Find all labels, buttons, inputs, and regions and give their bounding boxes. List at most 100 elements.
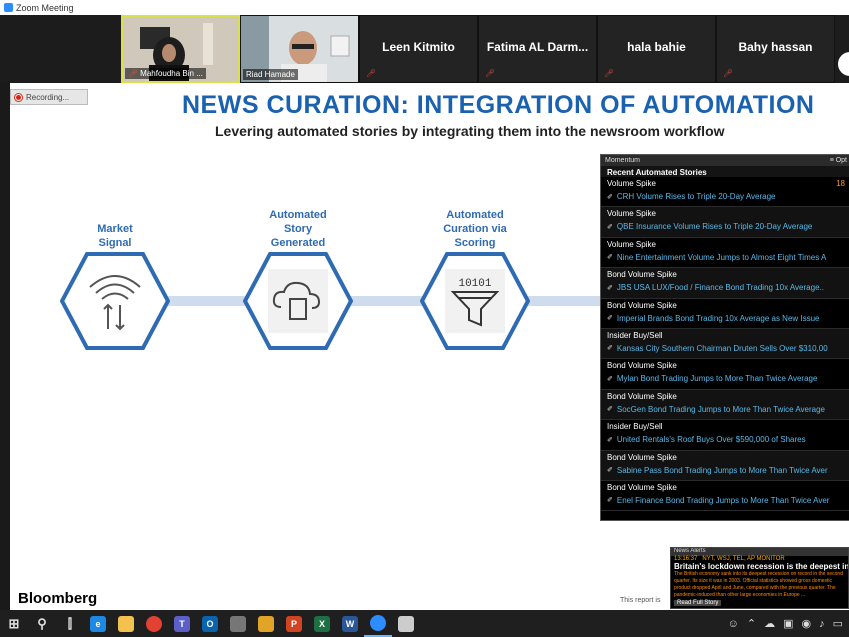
- story-row[interactable]: Volume Spike ✐ Nine Entertainment Volume J…: [601, 238, 849, 269]
- news-alerts-panel: News Alerts 13:16:37 NYT, WSJ, TEL, AP M…: [670, 547, 849, 609]
- story-row[interactable]: Insider Buy/Sell ✐ United Rentals's Roof B…: [601, 420, 849, 451]
- step-label-curation-scoring: Automated Curation via Scoring: [443, 209, 507, 249]
- story-row[interactable]: Bond Volume Spike ✐ Mylan Bond Trading Jum…: [601, 359, 849, 390]
- chrome-icon[interactable]: [140, 610, 168, 637]
- participant-tile-mahfoudha[interactable]: 🎤︎ Mahfoudha Bin ...: [121, 15, 240, 83]
- chevron-up-icon[interactable]: ⌃: [747, 617, 756, 630]
- task-view-icon[interactable]: ⫿: [56, 610, 84, 637]
- funnel-digits: 10101: [458, 278, 491, 290]
- story-headline-link[interactable]: ✐ United Rentals's Roof Buys Over $590,00…: [607, 435, 845, 444]
- word-icon[interactable]: W: [336, 610, 364, 637]
- story-row[interactable]: Bond Volume Spike ✐ JBS USA LUX/Food / Fin…: [601, 268, 849, 299]
- story-row[interactable]: Bond Volume Spike ✐ Sabine Pass Bond Tradi…: [601, 450, 849, 481]
- powerpoint-icon[interactable]: P: [280, 610, 308, 637]
- recent-stories-section-title: Recent Automated Stories: [601, 166, 849, 177]
- story-category: Insider Buy/Sell: [607, 422, 663, 432]
- window-title: Zoom Meeting: [16, 2, 74, 13]
- camera-icon[interactable]: [224, 610, 252, 637]
- story-headline-link[interactable]: ✐ SocGen Bond Trading Jumps to More Than …: [607, 405, 845, 414]
- windows-taskbar: ⊞ ⚲ ⫿ e T O P X W ☺ ⌃ ☁ ▣ ◉ ♪ ▭: [0, 610, 849, 637]
- story-category: Insider Buy/Sell: [607, 330, 663, 340]
- participant-gallery: 🎤︎ Mahfoudha Bin ... Riad Hamade Leen Ki…: [0, 15, 849, 83]
- muted-microphone-icon: 🎤︎: [604, 69, 615, 78]
- story-category: Bond Volume Spike: [607, 391, 677, 401]
- story-headline-link[interactable]: ✐ Mylan Bond Trading Jumps to More Than T…: [607, 374, 845, 383]
- story-row[interactable]: Bond Volume Spike ✐ Imperial Brands Bond T…: [601, 299, 849, 329]
- options-button[interactable]: ≡ Opt: [830, 157, 847, 164]
- participant-tile-fatima[interactable]: Fatima AL Darm... 🎤︎: [478, 15, 597, 83]
- muted-microphone-icon: 🎤︎: [128, 69, 139, 78]
- story-count: 18: [836, 179, 845, 188]
- participant-tile-bahy[interactable]: Bahy hassan 🎤︎: [716, 15, 835, 83]
- zoom-logo-icon: [4, 3, 13, 12]
- story-headline-link[interactable]: ✐ Sabine Pass Bond Trading Jumps to More …: [607, 466, 845, 475]
- battery-icon[interactable]: ▭: [833, 617, 843, 630]
- story-category: Volume Spike: [607, 239, 656, 249]
- paperclip-icon: ✐: [607, 315, 613, 323]
- paint-icon[interactable]: [392, 610, 420, 637]
- participant-tile-leen[interactable]: Leen Kitmito 🎤︎: [359, 15, 478, 83]
- search-icon[interactable]: ⚲: [28, 610, 56, 637]
- recording-indicator[interactable]: Recording...: [10, 89, 88, 105]
- paperclip-icon: ✐: [607, 497, 613, 505]
- story-headline-link[interactable]: ✐ Nine Entertainment Volume Jumps to Almo…: [607, 253, 845, 262]
- paperclip-icon: ✐: [607, 254, 613, 262]
- news-alerts-header: News Alerts: [671, 548, 848, 556]
- alert-headline: Britain's lockdown recession is the deep…: [674, 562, 849, 571]
- story-category: Volume Spike: [607, 209, 656, 219]
- file-explorer-icon[interactable]: [112, 610, 140, 637]
- bloomberg-logo: Bloomberg: [18, 590, 98, 607]
- story-category: Volume Spike 18: [607, 179, 845, 188]
- story-headline-link[interactable]: ✐ QBE Insurance Volume Rises to Triple 20…: [607, 222, 845, 231]
- market-signal-hexagon: [60, 252, 170, 350]
- folder-icon[interactable]: [252, 610, 280, 637]
- step-label-story-generated: Automated Story Generated: [269, 209, 327, 249]
- story-headline-link[interactable]: ✐ Imperial Brands Bond Trading 10x Averag…: [607, 314, 845, 323]
- network-icon[interactable]: ▣: [783, 617, 793, 630]
- paperclip-icon: ✐: [607, 223, 613, 231]
- momentum-panel[interactable]: Momentum ≡ Opt Recent Automated Stories …: [600, 154, 849, 521]
- paperclip-icon: ✐: [607, 467, 613, 475]
- volume-icon[interactable]: ♪: [819, 618, 825, 630]
- story-row[interactable]: Bond Volume Spike ✐ Enel Finance Bond Trad…: [601, 481, 849, 512]
- story-row[interactable]: Bond Volume Spike ✐ SocGen Bond Trading Ju…: [601, 389, 849, 421]
- story-headline-link[interactable]: ✐ Enel Finance Bond Trading Jumps to More…: [607, 496, 845, 505]
- flow-connector: [342, 296, 432, 306]
- paperclip-icon: ✐: [607, 436, 613, 444]
- story-category: Bond Volume Spike: [607, 300, 677, 310]
- paperclip-icon: ✐: [607, 284, 613, 292]
- paperclip-icon: ✐: [607, 406, 613, 414]
- onedrive-icon[interactable]: ☁: [764, 617, 775, 630]
- participant-tile-riad[interactable]: Riad Hamade: [240, 15, 359, 83]
- story-category: Bond Volume Spike: [607, 361, 677, 371]
- stories-list: Volume Spike 18 ✐ CRH Volume Rises to Tripl…: [601, 177, 849, 512]
- recording-dot-icon: [15, 93, 22, 101]
- story-headline-link[interactable]: ✐ JBS USA LUX/Food / Finance Bond Trading…: [607, 283, 845, 292]
- zoom-icon[interactable]: [364, 610, 392, 637]
- curation-scoring-hexagon: 10101: [420, 252, 530, 350]
- gallery-next-page-button[interactable]: [838, 52, 849, 76]
- outlook-icon[interactable]: O: [196, 610, 224, 637]
- slide-footer-note: This report is: [620, 597, 661, 604]
- edge-icon[interactable]: e: [84, 610, 112, 637]
- start-icon[interactable]: ⊞: [0, 610, 28, 637]
- wifi-icon[interactable]: ◉: [801, 617, 811, 630]
- story-row[interactable]: Volume Spike 18 ✐ CRH Volume Rises to Tripl…: [601, 177, 849, 208]
- paperclip-icon: ✐: [607, 345, 613, 353]
- shared-screen: Recording... NEWS CURATION: INTEGRATION …: [10, 83, 849, 610]
- people-icon[interactable]: ☺: [728, 618, 739, 630]
- excel-icon[interactable]: X: [308, 610, 336, 637]
- slide-title: NEWS CURATION: INTEGRATION OF AUTOMATION: [182, 91, 815, 119]
- participant-tile-hala[interactable]: hala bahie 🎤︎: [597, 15, 716, 83]
- read-full-story-button[interactable]: Read Full Story: [674, 600, 722, 606]
- story-row[interactable]: Insider Buy/Sell ✐ Kansas City Southern Ch…: [601, 328, 849, 360]
- momentum-panel-header: Momentum ≡ Opt: [601, 155, 849, 166]
- story-category: Bond Volume Spike: [607, 482, 677, 492]
- alert-body: The British economy sank into its deepes…: [674, 571, 843, 598]
- step-label-market-signal: Market Signal: [97, 223, 133, 249]
- teams-icon[interactable]: T: [168, 610, 196, 637]
- story-headline-link[interactable]: ✐ CRH Volume Rises to Triple 20-Day Avera…: [607, 192, 845, 201]
- story-row[interactable]: Volume Spike ✐ QBE Insurance Volume Rises …: [601, 207, 849, 238]
- slide-subtitle: Levering automated stories by integratin…: [215, 123, 725, 139]
- story-headline-link[interactable]: ✐ Kansas City Southern Chairman Druten Se…: [607, 344, 845, 353]
